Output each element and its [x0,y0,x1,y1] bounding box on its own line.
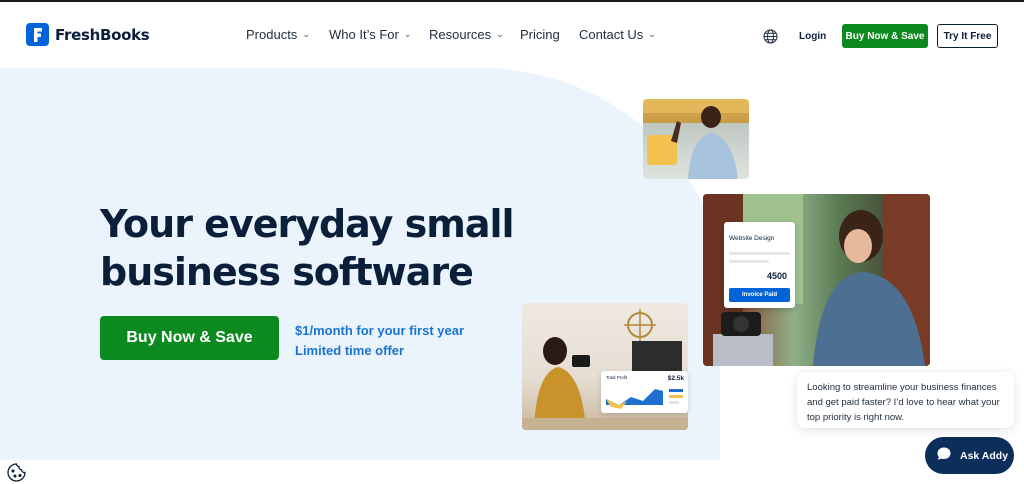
nav-resources-label: Resources [429,27,492,42]
offer-price: $1/month for your first year [295,323,465,338]
nav-products[interactable]: Products ⌄ [246,27,310,42]
invoice-amount: 4500 [766,271,787,281]
nav-who-its-for-label: Who It’s For [329,27,399,42]
profit-chart [606,389,683,409]
site-header: FreshBooks Products ⌄ Who It’s For ⌄ Res… [0,2,1024,68]
profit-card: Total Profit $2.5k [601,371,688,413]
ask-addy-label: Ask Addy [960,449,1009,462]
ask-addy-button[interactable]: Ask Addy [925,437,1014,474]
invoice-line [729,252,790,255]
try-it-free-button[interactable]: Try It Free [937,24,998,48]
chevron-down-icon: ⌄ [648,29,656,39]
chevron-down-icon: ⌄ [403,29,412,39]
chat-icon [936,446,952,465]
invoice-card: Website Design 4500 Invoice Paid [724,222,795,308]
nav-pricing-label: Pricing [520,27,560,42]
nav-contact-us[interactable]: Contact Us ⌄ [579,27,656,42]
invoice-line [729,260,769,263]
globe-icon[interactable] [763,29,778,44]
buy-now-button-header[interactable]: Buy Now & Save [842,24,928,48]
chat-message-bubble: Looking to streamline your business fina… [797,372,1014,428]
nav-pricing[interactable]: Pricing [520,27,560,42]
freshbooks-logo-icon [26,23,49,46]
nav-contact-us-label: Contact Us [579,27,644,42]
nav-products-label: Products [246,27,298,42]
offer-text: $1/month for your first year Limited tim… [295,321,464,361]
freshbooks-logo[interactable]: FreshBooks [26,23,150,46]
logo-text: FreshBooks [55,25,150,44]
login-link[interactable]: Login [799,31,826,42]
chevron-down-icon: ⌄ [496,29,504,39]
invoice-paid-badge: Invoice Paid [729,288,790,302]
hero-headline: Your everyday small business software [100,202,515,294]
chevron-down-icon: ⌄ [302,29,310,39]
nav-resources[interactable]: Resources ⌄ [429,27,504,42]
nav-who-its-for[interactable]: Who It’s For ⌄ [329,27,411,42]
cookie-icon[interactable] [6,462,27,483]
buy-now-button-hero[interactable]: Buy Now & Save [100,316,279,360]
offer-limited: Limited time offer [295,343,405,358]
photo-man-waving [643,99,749,179]
invoice-title: Website Design [729,235,775,242]
